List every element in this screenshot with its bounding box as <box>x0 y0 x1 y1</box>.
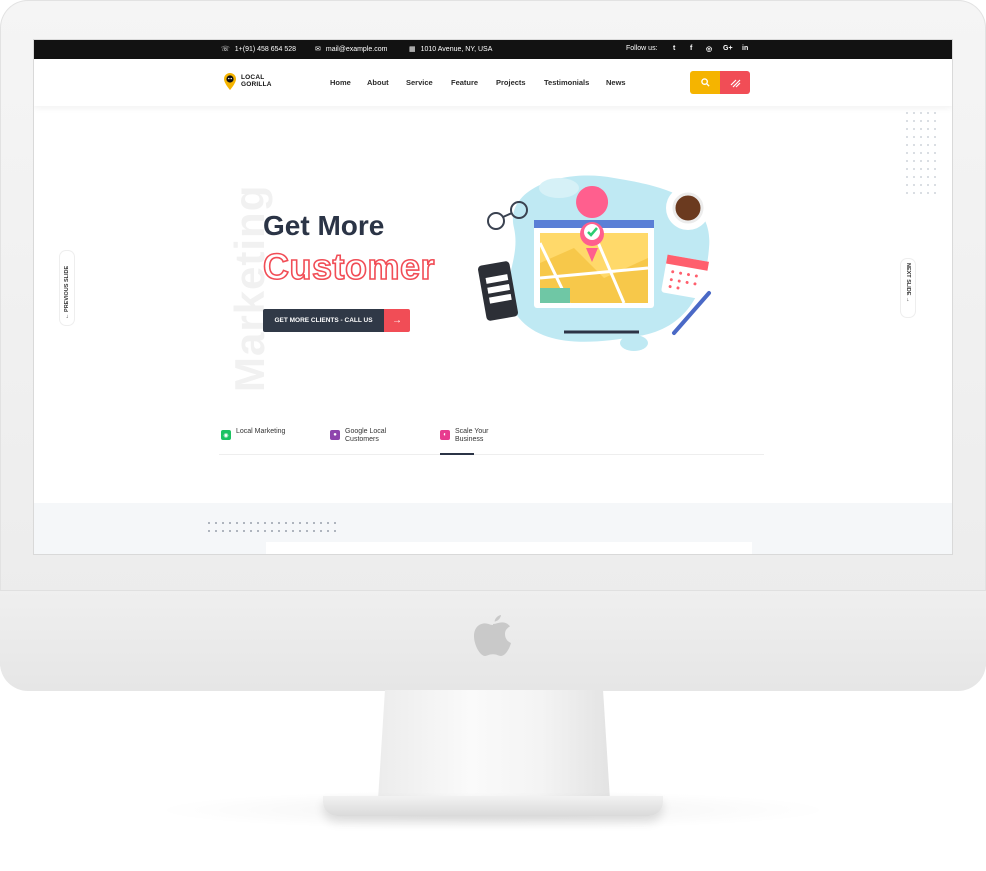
phone-icon: ☏ <box>221 46 230 53</box>
decor-dot-grid <box>906 112 936 194</box>
menu-stripes-icon <box>730 79 740 88</box>
mail-icon: ✉ <box>315 46 321 53</box>
logo-line-1: LOCAL <box>241 74 265 81</box>
address-info: ▦ 1010 Avenue, NY, USA <box>409 45 493 54</box>
tab-label: Scale Your Business <box>455 428 489 443</box>
monitor-stand-base <box>323 796 663 816</box>
previous-slide-button[interactable]: ← PREVIOUS SLIDE <box>59 250 75 326</box>
address-text: 1010 Avenue, NY, USA <box>420 45 493 53</box>
hero-title: Get More <box>263 210 385 241</box>
decor-dot-rows <box>208 522 336 532</box>
hero-subtitle: Customer <box>262 245 436 288</box>
content-card <box>266 542 752 554</box>
follow-us-label: Follow us: <box>626 45 658 52</box>
coffee-cup-icon <box>666 186 710 230</box>
logo-text[interactable]: LOCAL GORILLA <box>241 74 301 88</box>
instagram-icon[interactable]: ◎ <box>706 45 712 53</box>
monitor-stand-neck <box>378 690 610 800</box>
apple-logo <box>474 615 511 656</box>
menu-button[interactable] <box>720 71 750 94</box>
nav-news[interactable]: News <box>606 78 626 87</box>
previous-slide-label: ← PREVIOUS SLIDE <box>64 265 70 319</box>
tab-google-local-customers[interactable]: ● Google Local Customers <box>330 428 395 444</box>
monitor-chin <box>0 590 986 691</box>
top-info-bar: ☏ 1+(91) 458 654 528 ✉ mail@example.com … <box>34 40 952 59</box>
arrow-right-icon: → <box>384 309 410 332</box>
nav-service[interactable]: Service <box>406 78 433 87</box>
nav-testimonials[interactable]: Testimonials <box>544 78 589 87</box>
cta-button[interactable]: GET MORE CLIENTS - CALL US → <box>263 309 410 332</box>
growth-icon: ◐ <box>440 430 450 440</box>
user-icon: ● <box>330 430 340 440</box>
cta-label: GET MORE CLIENTS - CALL US <box>263 309 384 332</box>
nav-about[interactable]: About <box>367 78 389 87</box>
calendar-icon <box>661 254 709 299</box>
linkedin-icon[interactable]: in <box>742 45 748 52</box>
next-slide-button[interactable]: NEXT SLIDE → <box>900 258 916 318</box>
tab-local-marketing[interactable]: ◉ Local Marketing <box>221 428 286 440</box>
tab-label: Local Marketing <box>236 428 286 435</box>
google-plus-icon[interactable]: G+ <box>723 45 733 52</box>
gorilla-logo-icon[interactable] <box>224 73 236 90</box>
map-pin-icon: ◉ <box>221 430 231 440</box>
facebook-icon[interactable]: f <box>690 45 692 52</box>
nav-feature[interactable]: Feature <box>451 78 478 87</box>
tab-label: Google Local Customers <box>345 428 387 443</box>
email-text: mail@example.com <box>325 45 388 53</box>
building-icon: ▦ <box>409 46 416 53</box>
active-tab-indicator <box>440 453 474 455</box>
search-button[interactable] <box>690 71 720 94</box>
next-slide-label: NEXT SLIDE → <box>905 263 911 303</box>
phone-text: 1+(91) 458 654 528 <box>234 45 297 53</box>
phone-info[interactable]: ☏ 1+(91) 458 654 528 <box>221 45 297 54</box>
tabs-divider <box>219 454 764 455</box>
email-info[interactable]: ✉ mail@example.com <box>315 45 388 54</box>
map-illustration <box>478 175 711 351</box>
tab-scale-your-business[interactable]: ◐ Scale Your Business <box>440 428 505 444</box>
site-header: LOCAL GORILLA Home About Service Feature… <box>34 59 952 106</box>
website-screen: ☏ 1+(91) 458 654 528 ✉ mail@example.com … <box>34 40 952 554</box>
nav-projects[interactable]: Projects <box>496 78 526 87</box>
logo-line-2: GORILLA <box>241 81 272 88</box>
twitter-icon[interactable]: t <box>673 45 675 52</box>
nav-home[interactable]: Home <box>330 78 351 87</box>
search-icon <box>700 78 710 87</box>
